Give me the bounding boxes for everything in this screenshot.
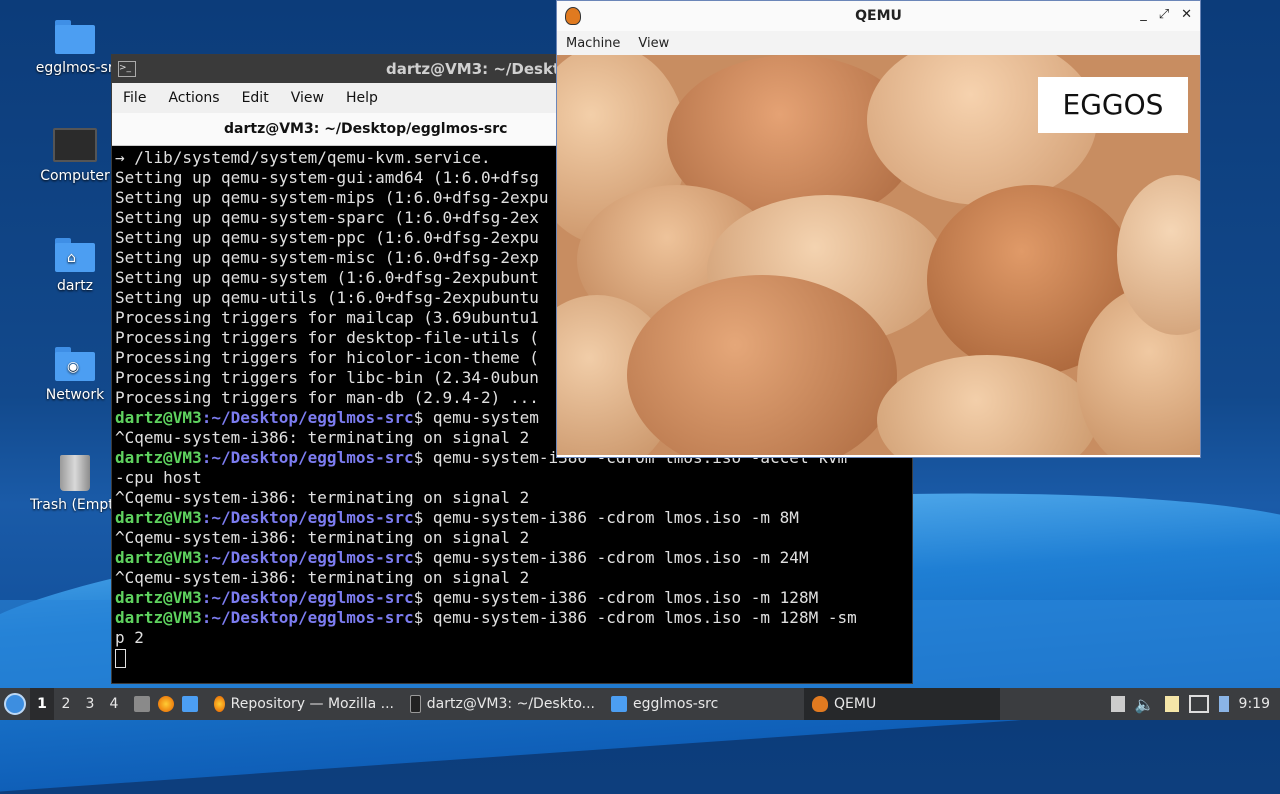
- command-text: $ qemu-system-i386 -cdrom lmos.iso -m 24…: [413, 548, 809, 567]
- menu-help[interactable]: Help: [335, 90, 389, 106]
- home-folder-icon: ⌂: [55, 238, 95, 272]
- clipboard-icon[interactable]: [1164, 696, 1179, 712]
- prompt-path: :~/Desktop/egglmos-src: [201, 408, 414, 427]
- terminal-line: ^Cqemu-system-i386: terminating on signa…: [115, 568, 530, 587]
- taskbar-item-label: dartz@VM3: ~/Deskto...: [426, 696, 595, 712]
- workspace-3[interactable]: 3: [78, 696, 102, 712]
- menu-edit[interactable]: Edit: [231, 90, 280, 106]
- file-manager-launcher-icon[interactable]: [182, 696, 198, 712]
- folder-icon: [611, 696, 627, 712]
- command-text: $ qemu-system-i386 -cdrom lmos.iso -m 12…: [413, 588, 819, 607]
- trash-icon: [60, 455, 90, 491]
- prompt-user: dartz@VM3: [115, 408, 202, 427]
- command-text: $ qemu-system-i386 -cdrom lmos.iso -m 12…: [413, 608, 857, 627]
- volume-icon[interactable]: 🔈: [1135, 695, 1155, 714]
- prompt-user: dartz@VM3: [115, 608, 202, 627]
- taskbar-item-qemu[interactable]: QEMU: [804, 688, 1000, 720]
- prompt-path: :~/Desktop/egglmos-src: [201, 508, 414, 527]
- close-button[interactable]: ✕: [1181, 7, 1192, 22]
- terminal-tab-title: dartz@VM3: ~/Desktop/egglmos-src: [224, 121, 508, 137]
- taskbar-item-file-manager[interactable]: egglmos-src: [603, 688, 804, 720]
- taskbar-item-label: Repository — Mozilla ...: [230, 696, 394, 712]
- qemu-icon: [812, 696, 828, 712]
- terminal-input-line[interactable]: [115, 648, 909, 668]
- workspace-1[interactable]: 1: [30, 688, 54, 720]
- prompt-path: :~/Desktop/egglmos-src: [201, 548, 414, 567]
- prompt-user: dartz@VM3: [115, 448, 202, 467]
- network-icon[interactable]: [1188, 695, 1209, 713]
- maximize-button[interactable]: ⤢: [1159, 7, 1169, 22]
- vm-display[interactable]: EGGOS: [557, 55, 1200, 455]
- workspace-2[interactable]: 2: [54, 696, 78, 712]
- terminal-line: dartz@VM3:~/Desktop/egglmos-src$ qemu-sy…: [115, 508, 909, 528]
- prompt-path: :~/Desktop/egglmos-src: [201, 608, 414, 627]
- command-text: $ qemu-system: [413, 408, 539, 427]
- menu-actions[interactable]: Actions: [157, 90, 230, 106]
- prompt-user: dartz@VM3: [115, 508, 202, 527]
- app-menu-icon: [4, 693, 26, 715]
- taskbar: 1 2 3 4 Repository — Mozilla ... dartz@V…: [0, 688, 1280, 720]
- menu-view[interactable]: View: [629, 36, 678, 51]
- prompt-path: :~/Desktop/egglmos-src: [201, 588, 414, 607]
- desktop-icon-label: Trash (Empty): [30, 497, 120, 513]
- show-desktop-icon[interactable]: [134, 696, 150, 712]
- menu-machine[interactable]: Machine: [557, 36, 629, 51]
- taskbar-item-terminal[interactable]: dartz@VM3: ~/Deskto...: [402, 688, 603, 720]
- start-menu-button[interactable]: [0, 688, 30, 720]
- taskbar-item-label: egglmos-src: [633, 696, 719, 712]
- folder-icon: [55, 20, 95, 54]
- network-folder-icon: ◉: [55, 347, 95, 381]
- prompt-path: :~/Desktop/egglmos-src: [201, 448, 414, 467]
- terminal-line: p 2: [115, 628, 144, 647]
- system-tray: 🔈 9:19: [1110, 695, 1270, 714]
- menu-view[interactable]: View: [280, 90, 335, 106]
- terminal-line: -cpu host: [115, 468, 202, 487]
- desktop-icon-label: egglmos-src: [35, 60, 121, 76]
- terminal-icon: [410, 695, 421, 713]
- qemu-menubar: Machine View: [557, 31, 1200, 55]
- terminal-line: dartz@VM3:~/Desktop/egglmos-src$ qemu-sy…: [115, 588, 909, 608]
- clock[interactable]: 9:19: [1239, 696, 1270, 712]
- prompt-user: dartz@VM3: [115, 588, 202, 607]
- terminal-line: dartz@VM3:~/Desktop/egglmos-src$ qemu-sy…: [115, 548, 909, 568]
- qemu-window-title: QEMU: [855, 8, 902, 24]
- firefox-launcher-icon[interactable]: [158, 696, 174, 712]
- computer-icon: [53, 128, 97, 162]
- prompt-user: dartz@VM3: [115, 548, 202, 567]
- eject-icon[interactable]: [1110, 696, 1125, 712]
- workspace-4[interactable]: 4: [102, 696, 126, 712]
- qemu-window[interactable]: QEMU _ ⤢ ✕ Machine View EGGOS: [556, 0, 1201, 458]
- vm-logo: EGGOS: [1038, 77, 1188, 133]
- minimize-button[interactable]: _: [1140, 7, 1147, 22]
- terminal-line: ^Cqemu-system-i386: terminating on signa…: [115, 488, 530, 507]
- text-cursor: [115, 649, 126, 668]
- update-notifier-icon[interactable]: [1218, 696, 1229, 712]
- command-text: $ qemu-system-i386 -cdrom lmos.iso -m 8M: [413, 508, 799, 527]
- taskbar-item-label: QEMU: [834, 696, 877, 712]
- qemu-titlebar[interactable]: QEMU _ ⤢ ✕: [557, 1, 1200, 31]
- terminal-icon: >_: [118, 61, 136, 77]
- menu-file[interactable]: File: [112, 90, 157, 106]
- terminal-line: dartz@VM3:~/Desktop/egglmos-src$ qemu-sy…: [115, 608, 909, 628]
- firefox-icon: [214, 696, 225, 712]
- taskbar-item-firefox[interactable]: Repository — Mozilla ...: [206, 688, 402, 720]
- terminal-line: ^Cqemu-system-i386: terminating on signa…: [115, 528, 530, 547]
